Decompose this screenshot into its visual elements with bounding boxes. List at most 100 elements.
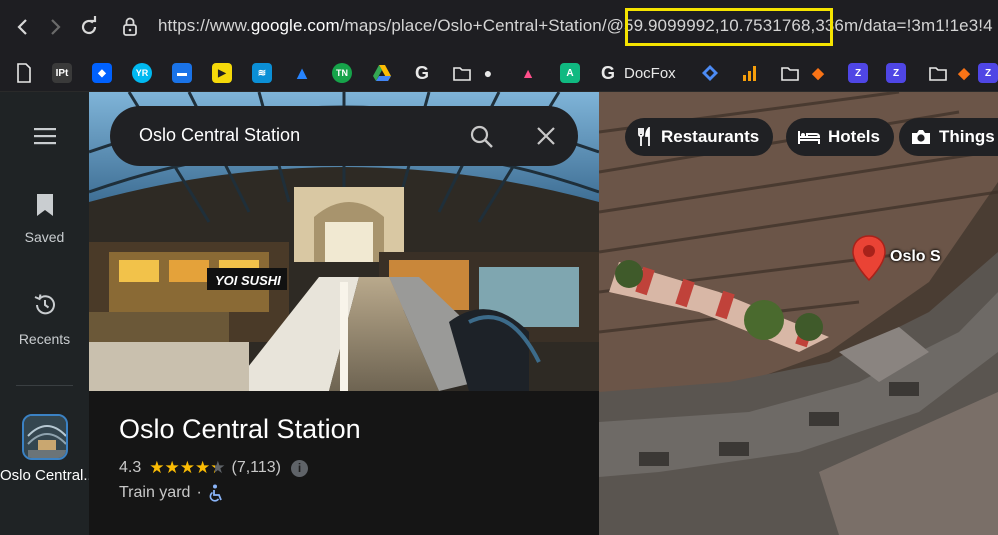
bookmark-a[interactable]: A: [560, 61, 580, 85]
saved-label: Saved: [24, 229, 65, 245]
file-icon: [14, 63, 34, 83]
chip-things-label: Things t: [939, 127, 998, 146]
url-rest: ,336m/data=!3m1!1e3!4: [810, 16, 993, 35]
g-icon: G: [414, 62, 429, 83]
hamburger-icon: [33, 128, 56, 145]
star-icon: ★: [149, 458, 165, 477]
url-prefix: https://www.: [158, 16, 251, 35]
folder-icon: [452, 63, 472, 83]
saved-button[interactable]: Saved: [0, 192, 89, 245]
place-title: Oslo Central Station: [119, 414, 361, 444]
location-pin-icon[interactable]: [851, 234, 887, 282]
fox-icon: ◆: [812, 65, 824, 82]
chip-hotels-label: Hotels: [828, 127, 880, 146]
bookmark-play[interactable]: ▶: [212, 61, 232, 85]
menu-button[interactable]: [0, 126, 89, 149]
bookmark-drive[interactable]: [372, 61, 392, 85]
place-type[interactable]: Train yard: [119, 484, 190, 502]
info-icon[interactable]: i: [291, 459, 309, 477]
bookmark-speech[interactable]: ●: [478, 61, 498, 85]
bookmark-atlassian[interactable]: ▲: [292, 61, 312, 85]
bookmark-diamond[interactable]: [700, 61, 720, 85]
star-icon: ★: [179, 458, 195, 477]
bookmark-file[interactable]: [14, 61, 34, 85]
reload-icon[interactable]: [78, 14, 100, 40]
lock-icon[interactable]: [122, 16, 138, 38]
forward-icon[interactable]: [44, 14, 66, 40]
rail-divider: [16, 385, 73, 386]
bookmark-router[interactable]: ≋: [252, 61, 272, 85]
star-rating[interactable]: ★★★★★: [149, 458, 225, 478]
url-text[interactable]: https://www.google.com/maps/place/Oslo+C…: [158, 16, 993, 36]
bookmark-chat[interactable]: ▬: [172, 61, 192, 85]
pin-label[interactable]: Oslo S: [890, 248, 941, 266]
drive-icon: [372, 63, 392, 83]
fox-icon: ◆: [958, 65, 970, 82]
coordinates-highlight-box: [625, 8, 833, 46]
review-count[interactable]: (7,113): [232, 459, 282, 477]
recents-button[interactable]: Recents: [0, 292, 89, 347]
place-panel: YOI SUSHI Oslo Central Station Oslo Cent…: [89, 92, 599, 535]
bookmark-docfox[interactable]: G DocFox: [598, 61, 676, 85]
atlassian-icon: ▲: [293, 62, 311, 83]
address-bar-row: https://www.google.com/maps/place/Oslo+C…: [0, 0, 998, 54]
map-satellite-view[interactable]: Restaurants Hotels Things t Oslo S: [599, 92, 998, 535]
folder-icon: [780, 63, 800, 83]
search-icon[interactable]: [469, 124, 495, 150]
place-type-row: Train yard ·: [119, 484, 224, 502]
bookmark-fox[interactable]: ◆: [808, 61, 828, 85]
folder-icon: [928, 63, 948, 83]
back-icon[interactable]: [12, 14, 34, 40]
star-icon: ★: [164, 458, 180, 477]
bed-icon: [798, 129, 820, 145]
photo-sign-text: YOI SUSHI: [215, 273, 281, 288]
bookmark-fox-2[interactable]: ◆: [954, 61, 974, 85]
bookmark-tn[interactable]: TN: [332, 61, 352, 85]
bookmark-docfox-label: DocFox: [624, 64, 676, 82]
place-thumbnail: [21, 414, 68, 460]
close-icon[interactable]: [536, 126, 556, 146]
bookmarks-bar: IPt ◆ YR ▬ ▶ ≋ ▲ TN G ● ▲ A G DocFox ◆ Z…: [0, 54, 998, 92]
star-icon: ★: [195, 458, 211, 477]
search-box[interactable]: Oslo Central Station: [110, 106, 578, 166]
bookmark-ipt[interactable]: IPt: [52, 61, 72, 85]
bookmark-icon: [36, 194, 53, 216]
history-icon: [34, 294, 55, 315]
rating-row: 4.3 ★★★★★ (7,113) i: [119, 458, 309, 478]
yr-icon: YR: [132, 63, 152, 83]
recent-place-oslo[interactable]: Oslo Central...: [0, 414, 96, 486]
wheelchair-accessible-icon: [209, 484, 222, 502]
dropbox-icon: ◆: [92, 63, 112, 83]
rating-value: 4.3: [119, 459, 142, 476]
bookmark-overflow[interactable]: Z: [978, 61, 998, 85]
chip-restaurants-label: Restaurants: [661, 127, 760, 146]
bookmark-folder[interactable]: [452, 61, 472, 85]
recents-label: Recents: [18, 331, 71, 347]
diamond-icon: [700, 63, 720, 83]
chip-things-to-do[interactable]: Things t: [899, 118, 998, 156]
bookmark-dropbox[interactable]: ◆: [92, 61, 112, 85]
play-icon: ▶: [212, 63, 232, 83]
bookmark-g[interactable]: G: [412, 61, 432, 85]
recent-place-label: Oslo Central...: [0, 467, 96, 484]
search-input[interactable]: Oslo Central Station: [139, 125, 300, 146]
browser-window: https://www.google.com/maps/place/Oslo+C…: [0, 0, 998, 535]
url-host: google.com: [250, 16, 340, 35]
ipt-icon: IPt: [52, 63, 72, 83]
bookmark-yr[interactable]: YR: [132, 61, 152, 85]
router-icon: ≋: [252, 63, 272, 83]
camera-icon: [911, 128, 931, 146]
bookmark-folder-2[interactable]: [780, 61, 800, 85]
z-icon: Z: [848, 63, 868, 83]
bookmark-bars[interactable]: [740, 61, 760, 85]
bars-icon: [740, 63, 760, 83]
chat-icon: ▬: [172, 63, 192, 83]
chip-hotels[interactable]: Hotels: [786, 118, 894, 156]
type-separator: ·: [196, 484, 202, 501]
a-icon: A: [560, 63, 580, 83]
bookmark-arc[interactable]: ▲: [518, 61, 538, 85]
chip-restaurants[interactable]: Restaurants: [625, 118, 774, 156]
bookmark-folder-3[interactable]: [928, 61, 948, 85]
bookmark-z2[interactable]: Z: [886, 61, 906, 85]
bookmark-z[interactable]: Z: [848, 61, 868, 85]
